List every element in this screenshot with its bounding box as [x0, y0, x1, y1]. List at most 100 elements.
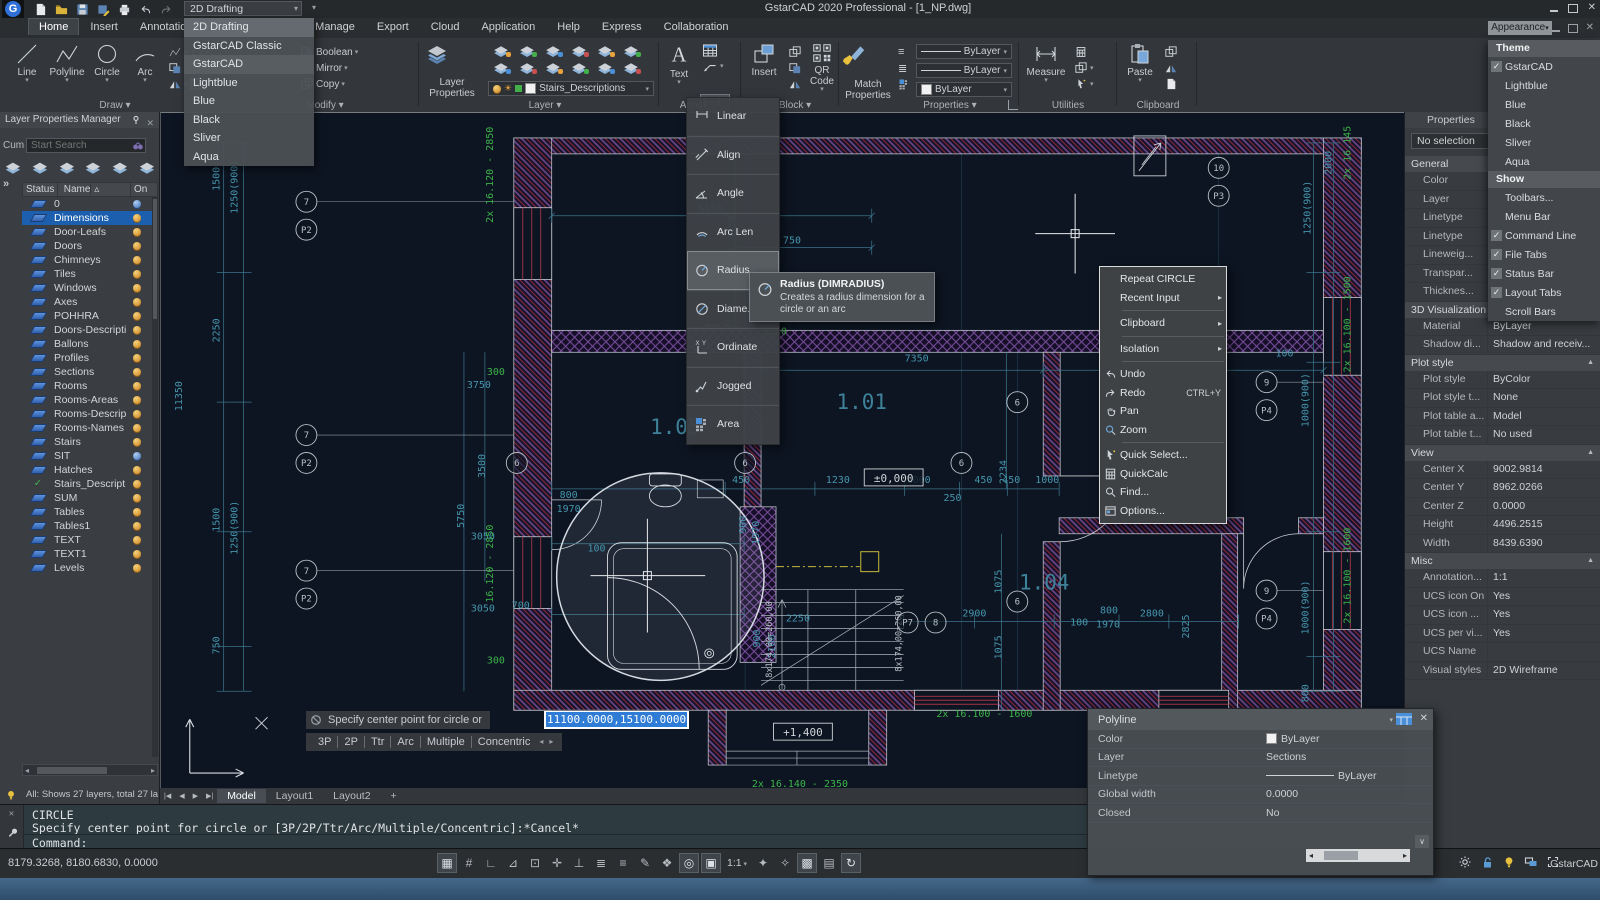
status-snap-tracking[interactable]: ✛ — [547, 853, 567, 873]
property-row[interactable]: Visual styles2D Wireframe — [1405, 662, 1600, 681]
show-status-bar[interactable]: ✓Status Bar — [1488, 264, 1600, 283]
app-logo[interactable]: G — [2, 0, 24, 18]
tab-insert[interactable]: Insert — [79, 18, 129, 35]
polyline-tool[interactable]: Polyline▾ — [48, 42, 86, 83]
status-dynamic-ucs[interactable]: ⊥ — [569, 853, 589, 873]
layer-combo[interactable]: ☀ Stairs_Descriptions ▾ — [488, 81, 654, 96]
context-item-redo[interactable]: RedoCTRL+Y — [1100, 384, 1226, 403]
tab-help[interactable]: Help — [546, 18, 591, 35]
qp-row-layer[interactable]: LayerSections — [1088, 749, 1433, 768]
section-plot-style[interactable]: Plot style▲ — [1405, 355, 1600, 371]
context-item-find[interactable]: Find... — [1100, 483, 1226, 502]
palette-title[interactable]: Layer Properties Manager ✕ — [0, 112, 159, 128]
theme-sliver[interactable]: Sliver — [1488, 133, 1600, 152]
utilities-extra-tools[interactable]: ▾ ▾ — [1074, 44, 1094, 92]
qp-row-color[interactable]: ColorByLayer — [1088, 730, 1433, 749]
workspace-option[interactable]: Aqua — [184, 148, 314, 167]
collapse-filter-tree-icon[interactable]: » — [3, 178, 9, 190]
section-view[interactable]: View▲ — [1405, 445, 1600, 461]
status-auto-annotation[interactable]: ✧ — [775, 853, 795, 873]
doc-minimize-button[interactable] — [1552, 30, 1560, 32]
layer-row[interactable]: ✓Stairs_Descripti... — [22, 477, 152, 491]
tab-export[interactable]: Export — [366, 18, 420, 35]
layer-row[interactable]: Doors — [22, 239, 152, 253]
context-item-repeat-circle[interactable]: Repeat CIRCLE — [1100, 270, 1226, 289]
show-toolbars[interactable]: Toolbars... — [1488, 188, 1600, 207]
status-lineweight-display[interactable]: ≡ — [613, 853, 633, 873]
clipboard-panel-label[interactable]: Clipboard — [1116, 100, 1200, 111]
save-icon[interactable] — [74, 2, 91, 17]
layer-row[interactable]: Tiles — [22, 267, 152, 281]
layer-settings-icon[interactable] — [138, 161, 156, 174]
property-row[interactable]: Plot style t...None — [1405, 389, 1600, 408]
show-layout-tabs[interactable]: ✓Layout Tabs — [1488, 283, 1600, 302]
layer-row[interactable]: SIT — [22, 449, 152, 463]
context-item-recent-input[interactable]: Recent Input▸ — [1100, 289, 1226, 308]
property-row[interactable]: Width8439.6390 — [1405, 535, 1600, 554]
layer-search-input[interactable] — [26, 138, 146, 153]
property-row[interactable]: UCS Name — [1405, 643, 1600, 662]
circle-option-multiple[interactable]: Multiple — [421, 733, 471, 751]
line-tool[interactable]: Line▾ — [8, 42, 46, 83]
quick-properties-close-icon[interactable]: ✕ — [1420, 713, 1428, 724]
redo-icon[interactable] — [158, 2, 175, 17]
layer-row[interactable]: Chimneys — [22, 253, 152, 267]
new-file-icon[interactable] — [32, 2, 49, 17]
layer-row[interactable]: Tables1 — [22, 519, 152, 533]
layer-row[interactable]: Rooms-Areas — [22, 393, 152, 407]
layer-tools-grid[interactable] — [488, 42, 648, 76]
dim-menu-align[interactable]: Align — [687, 136, 779, 175]
circle-option-arc[interactable]: Arc — [391, 733, 420, 751]
layer-vscrollbar[interactable] — [152, 197, 158, 757]
layer-state-icon[interactable] — [31, 161, 49, 174]
layer-row[interactable]: POHHRA — [22, 309, 152, 323]
property-row[interactable]: UCS icon OnYes — [1405, 588, 1600, 607]
layer-row[interactable]: Tables — [22, 505, 152, 519]
layer-table-header[interactable]: Status Name ▵ On — [22, 182, 158, 197]
workspace-option[interactable]: Black — [184, 111, 314, 130]
restore-button[interactable] — [1568, 4, 1578, 13]
dim-menu-angle[interactable]: Angle — [687, 174, 779, 213]
layer-row[interactable]: Axes — [22, 295, 152, 309]
layer-row[interactable]: Door-Leafs — [22, 225, 152, 239]
tab-application[interactable]: Application — [470, 18, 546, 35]
section-misc[interactable]: Misc▲ — [1405, 553, 1600, 569]
property-row[interactable]: Plot table a...Model — [1405, 408, 1600, 427]
circle-option-concentric[interactable]: Concentric — [472, 733, 537, 751]
dim-menu-jogged[interactable]: Jogged — [687, 367, 779, 406]
show-file-tabs[interactable]: ✓File Tabs — [1488, 245, 1600, 264]
qp-row-closed[interactable]: ClosedNo — [1088, 804, 1433, 823]
draw-panel-label[interactable]: Draw ▾ — [70, 100, 160, 111]
pin-icon[interactable] — [131, 115, 141, 125]
workspace-option[interactable]: Sliver — [184, 129, 314, 148]
footer-bulb-icon[interactable] — [4, 789, 18, 801]
plot-icon[interactable] — [116, 2, 133, 17]
property-row[interactable]: UCS per vi...Yes — [1405, 625, 1600, 644]
last-layout-icon[interactable]: ▶| — [202, 792, 217, 800]
settings-gear-icon[interactable] — [1458, 855, 1472, 869]
circle-option-3p[interactable]: 3P — [312, 733, 337, 751]
show-command-line[interactable]: ✓Command Line — [1488, 226, 1600, 245]
open-file-icon[interactable] — [53, 2, 70, 17]
property-row[interactable]: Plot styleByColor — [1405, 371, 1600, 390]
dim-menu-arclen[interactable]: Arc Len — [687, 213, 779, 252]
annotation-scale[interactable]: 1:1 ▾ — [723, 857, 751, 869]
properties-panel-label[interactable]: Properties ▾ — [900, 100, 1000, 111]
dim-menu-linear[interactable]: Linear — [687, 98, 779, 136]
doc-restore-button[interactable] — [1568, 24, 1578, 33]
layer-row[interactable]: Rooms-Descript... — [22, 407, 152, 421]
property-row[interactable]: Center X9002.9814 — [1405, 461, 1600, 480]
linetype-combo[interactable]: ByLayer▾ — [916, 63, 1012, 78]
dim-menu-ordinate[interactable]: Ordinate — [687, 328, 779, 367]
save-as-icon[interactable] — [95, 2, 112, 17]
layer-row[interactable]: Profiles — [22, 351, 152, 365]
property-row[interactable]: Center Z0.0000 — [1405, 498, 1600, 517]
qat-customize-icon[interactable]: ▾ — [312, 3, 316, 12]
qp-hscrollbar[interactable]: ◂▸ — [1306, 849, 1410, 862]
doc-close-button[interactable]: ✕ — [1586, 23, 1594, 33]
theme-aqua[interactable]: Aqua — [1488, 152, 1600, 171]
workspace-combo[interactable]: 2D Drafting▾ — [184, 1, 302, 16]
property-row[interactable]: Shadow di...Shadow and receiv... — [1405, 336, 1600, 355]
next-layout-icon[interactable]: ▶ — [189, 792, 202, 800]
layout-tab-layout2[interactable]: Layout2 — [323, 789, 380, 803]
